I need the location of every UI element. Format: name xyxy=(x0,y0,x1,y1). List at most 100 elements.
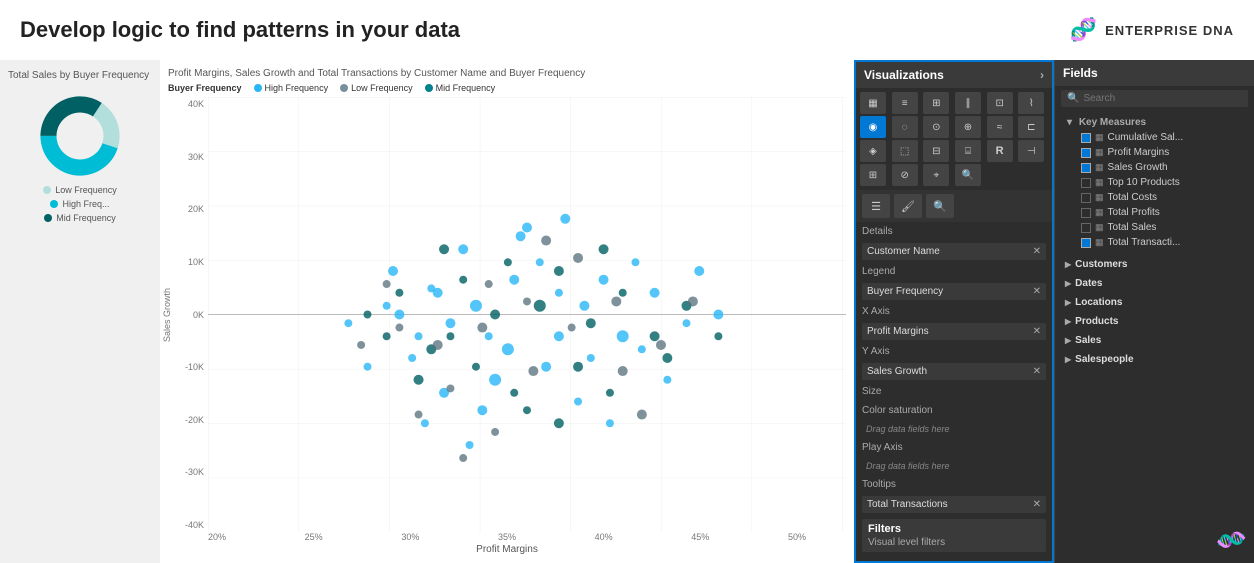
viz-header-title: Visualizations xyxy=(864,68,944,82)
group-dates-header[interactable]: ▶ Dates xyxy=(1061,275,1248,292)
viz-details-field[interactable]: Customer Name ✕ xyxy=(862,243,1046,260)
viz-xaxis-close[interactable]: ✕ xyxy=(1033,326,1041,337)
fields-search[interactable]: 🔍 xyxy=(1061,90,1248,107)
viz-tool-analytics2[interactable]: 🔍 xyxy=(926,194,954,218)
legend-dot-mid xyxy=(44,214,52,222)
viz-tooltips-field[interactable]: Total Transactions ✕ xyxy=(862,496,1046,513)
key-measures-label: ▾ Key Measures xyxy=(1061,113,1248,130)
viz-tool-filter[interactable]: ☰ xyxy=(862,194,890,218)
legend-dot-high xyxy=(50,200,58,208)
legend-label-high-freq: High Frequency xyxy=(265,83,329,93)
viz-icon-fields[interactable]: ⌖ xyxy=(923,164,949,186)
group-locations-header[interactable]: ▶ Locations xyxy=(1061,294,1248,311)
y-axis-label: Sales Growth xyxy=(162,287,172,341)
group-products-label: Products xyxy=(1075,316,1118,327)
group-locations: ▶ Locations xyxy=(1061,294,1248,311)
legend-dot-low xyxy=(43,186,51,194)
right-side: Visualizations › ▦ ≡ ⊞ ∥ ⊡ ⌇ ◉ ◌ ⊙ ⊕ ≈ ⊏… xyxy=(854,60,1254,563)
viz-details-value: Customer Name xyxy=(867,246,940,257)
field-bar-icon: ▦ xyxy=(1095,132,1104,143)
field-bar-icon4: ▦ xyxy=(1095,177,1104,188)
group-products-header[interactable]: ▶ Products xyxy=(1061,313,1248,330)
group-customers-header[interactable]: ▶ Customers xyxy=(1061,256,1248,273)
main-content: Total Sales by Buyer Frequency Low Frequ… xyxy=(0,60,1254,563)
viz-icon-funnel[interactable]: ⊡ xyxy=(987,92,1013,114)
page-title: Develop logic to find patterns in your d… xyxy=(20,17,460,43)
x-tick-30: 30% xyxy=(401,532,419,542)
checkbox-profits[interactable] xyxy=(1081,208,1091,218)
field-sales-growth[interactable]: ▦ Sales Growth xyxy=(1077,160,1248,175)
viz-icon-treemap[interactable]: ⊙ xyxy=(923,116,949,138)
group-salespeople: ▶ Salespeople xyxy=(1061,351,1248,368)
field-profit-margins[interactable]: ▦ Profit Margins xyxy=(1077,145,1248,160)
locations-arrow: ▶ xyxy=(1065,298,1071,307)
chart-title: Profit Margins, Sales Growth and Total T… xyxy=(168,68,846,79)
viz-icon-gauge[interactable]: ⬚ xyxy=(892,140,918,162)
field-total-sales-label: Total Sales xyxy=(1108,222,1157,233)
viz-icon-analytics[interactable]: ⊘ xyxy=(892,164,918,186)
group-sales-header[interactable]: ▶ Sales xyxy=(1061,332,1248,349)
viz-icon-pie[interactable]: ◌ xyxy=(892,116,918,138)
viz-tooltips-close[interactable]: ✕ xyxy=(1033,499,1041,510)
viz-yaxis-field[interactable]: Sales Growth ✕ xyxy=(862,363,1046,380)
viz-icon-waterfall[interactable]: ∥ xyxy=(955,92,981,114)
search-input[interactable] xyxy=(1083,93,1242,104)
key-measures-arrow: ▾ xyxy=(1067,117,1072,128)
viz-icon-donut[interactable]: ◉ xyxy=(860,116,886,138)
field-cumulative-label: Cumulative Sal... xyxy=(1108,132,1184,143)
viz-header-arrow: › xyxy=(1040,68,1044,82)
viz-section-tooltips: Tooltips xyxy=(856,475,1052,494)
viz-icon-matrix[interactable]: ⊞ xyxy=(923,92,949,114)
customers-arrow: ▶ xyxy=(1065,260,1071,269)
viz-filters-sub: Visual level filters xyxy=(868,537,1040,548)
group-products: ▶ Products xyxy=(1061,313,1248,330)
field-total-transactions[interactable]: ▦ Total Transacti... xyxy=(1077,235,1248,250)
legend-label-low: Low Frequency xyxy=(55,185,117,195)
checkbox-total-sales[interactable] xyxy=(1081,223,1091,233)
field-costs-label: Total Costs xyxy=(1108,192,1157,203)
fields-key-measures-section: ▾ Key Measures ▦ Cumulative Sal... ▦ Pro… xyxy=(1055,111,1254,252)
viz-icon-line[interactable]: ≈ xyxy=(987,116,1013,138)
viz-legend-field[interactable]: Buyer Frequency ✕ xyxy=(862,283,1046,300)
checkbox-sales-growth[interactable] xyxy=(1081,163,1091,173)
group-sales-label: Sales xyxy=(1075,335,1101,346)
viz-legend-value: Buyer Frequency xyxy=(867,286,943,297)
viz-icons-grid: ▦ ≡ ⊞ ∥ ⊡ ⌇ ◉ ◌ ⊙ ⊕ ≈ ⊏ ◈ ⬚ ⊟ ⌸ R ⊣ ⊞ ⊘ xyxy=(856,88,1052,190)
viz-details-close[interactable]: ✕ xyxy=(1033,246,1041,257)
viz-icon-r[interactable]: R xyxy=(987,140,1013,162)
legend-label-mid: Mid Frequency xyxy=(56,213,116,223)
viz-icon-map[interactable]: ◈ xyxy=(860,140,886,162)
products-arrow: ▶ xyxy=(1065,317,1071,326)
field-total-costs[interactable]: ▦ Total Costs xyxy=(1077,190,1248,205)
viz-icon-more[interactable]: ⊣ xyxy=(1018,140,1044,162)
viz-icon-format[interactable]: ⊞ xyxy=(860,164,886,186)
checkbox-profit[interactable] xyxy=(1081,148,1091,158)
checkbox-total-trans[interactable] xyxy=(1081,238,1091,248)
legend-label-low-freq: Low Frequency xyxy=(351,83,413,93)
viz-icon-area[interactable]: ⊏ xyxy=(1018,116,1044,138)
field-total-profits[interactable]: ▦ Total Profits xyxy=(1077,205,1248,220)
viz-icon-table[interactable]: ≡ xyxy=(892,92,918,114)
field-top10[interactable]: ▦ Top 10 Products xyxy=(1077,175,1248,190)
viz-tool-paint[interactable]: 🖌 xyxy=(894,194,922,218)
viz-legend-close[interactable]: ✕ xyxy=(1033,286,1041,297)
field-cumulative-sales[interactable]: ▦ Cumulative Sal... xyxy=(1077,130,1248,145)
group-customers: ▶ Customers xyxy=(1061,256,1248,273)
viz-icon-bar[interactable]: ▦ xyxy=(860,92,886,114)
viz-xaxis-field[interactable]: Profit Margins ✕ xyxy=(862,323,1046,340)
group-salespeople-header[interactable]: ▶ Salespeople xyxy=(1061,351,1248,368)
field-total-sales[interactable]: ▦ Total Sales xyxy=(1077,220,1248,235)
field-bar-icon8: ▦ xyxy=(1095,237,1104,248)
viz-icon-card[interactable]: ⌇ xyxy=(1018,92,1044,114)
viz-yaxis-close[interactable]: ✕ xyxy=(1033,366,1041,377)
viz-icon-kpi[interactable]: ⊟ xyxy=(923,140,949,162)
checkbox-top10[interactable] xyxy=(1081,178,1091,188)
field-profit-label: Profit Margins xyxy=(1108,147,1170,158)
checkbox-costs[interactable] xyxy=(1081,193,1091,203)
viz-icon-scatter[interactable]: ⊕ xyxy=(955,116,981,138)
viz-icon-slicer[interactable]: ⌸ xyxy=(955,140,981,162)
checkbox-cumulative[interactable] xyxy=(1081,133,1091,143)
viz-icon-search[interactable]: 🔍 xyxy=(955,164,981,186)
viz-tools: ☰ 🖌 🔍 xyxy=(856,190,1052,222)
group-locations-label: Locations xyxy=(1075,297,1122,308)
